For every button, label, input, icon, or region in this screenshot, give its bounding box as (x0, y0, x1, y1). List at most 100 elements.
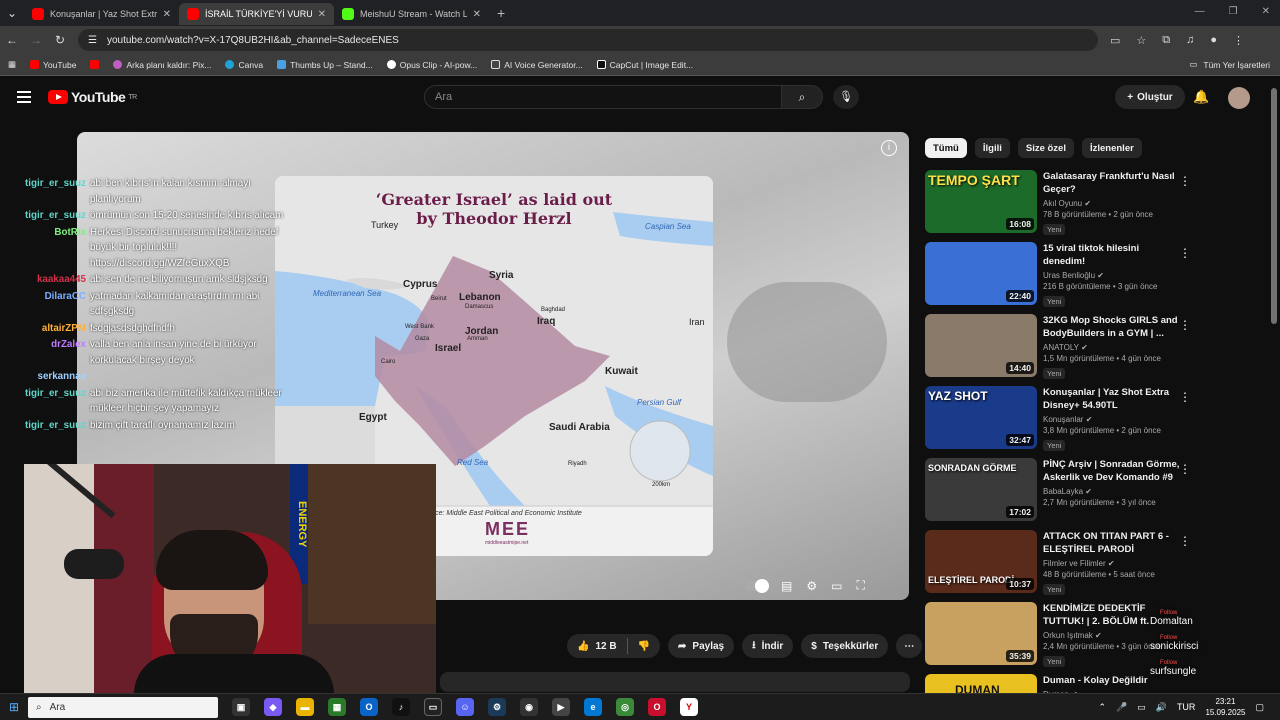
channel-name[interactable]: Uras Benlioğlu ✔ (1043, 271, 1183, 280)
url-bar[interactable]: ☰ youtube.com/watch?v=X-17Q8UB2HI&ab_cha… (78, 29, 1098, 51)
recommendation-item[interactable]: YAZ SHOT 32:47 Konuşanlar | Yaz Shot Ext… (925, 386, 1195, 458)
channel-name[interactable]: Filmler ve Filimler ✔ (1043, 559, 1183, 568)
thanks-button[interactable]: $ Teşekkürler (801, 634, 889, 658)
close-tab-icon[interactable]: ✕ (163, 9, 171, 20)
share-button[interactable]: ➦ Paylaş (668, 634, 735, 658)
subtitles-icon[interactable]: ▤ (781, 579, 792, 593)
page-scrollbar[interactable] (1271, 88, 1277, 324)
close-tab-icon[interactable]: ✕ (318, 9, 326, 20)
chip-watched[interactable]: İzlenenler (1081, 138, 1142, 158)
clock[interactable]: 23:21 15.09.2025 (1205, 696, 1245, 718)
media-control-icon[interactable]: ♫ (1186, 34, 1194, 47)
recommendation-item[interactable]: TEMPO ŞART 16:08 Galatasaray Frankfurt'u… (925, 170, 1195, 242)
bookmark-pixian[interactable]: Arka planı kaldır: Pix... (113, 60, 211, 70)
video-title[interactable]: 32KG Mop Shocks GIRLS and BodyBuilders i… (1043, 314, 1183, 340)
channel-name[interactable]: BabaLayka ✔ (1043, 487, 1183, 496)
video-thumbnail[interactable]: SONRADAN GÖRME 17:02 (925, 458, 1037, 521)
new-tab-plus-icon[interactable]: + (497, 5, 505, 21)
description-box[interactable] (440, 672, 910, 692)
extensions-icon[interactable]: ⧉ (1162, 34, 1170, 47)
download-button[interactable]: ⭳ İndir (742, 634, 794, 658)
channel-name[interactable]: Akıl Oyunu ✔ (1043, 199, 1183, 208)
channel-name[interactable]: Konuşanlar ✔ (1043, 415, 1183, 424)
tab-list-chevron-icon[interactable]: ⌄ (0, 6, 24, 20)
settings-gear-icon[interactable]: ⚙ (806, 579, 817, 593)
minimize-icon[interactable]: — (1195, 6, 1205, 17)
search-button[interactable]: ⌕ (781, 85, 823, 109)
more-vertical-icon[interactable]: ⋮ (1179, 174, 1191, 188)
chip-all[interactable]: Tümü (925, 138, 967, 158)
site-info-icon[interactable]: ☰ (88, 35, 97, 46)
video-title[interactable]: 15 viral tiktok hilesini denedim! (1043, 242, 1183, 268)
theater-mode-icon[interactable]: ▭ (831, 579, 842, 593)
more-vertical-icon[interactable]: ⋮ (1179, 534, 1191, 548)
network-icon[interactable]: ▭ (1137, 702, 1146, 713)
thumbs-down-icon[interactable]: 👎 (638, 641, 650, 652)
store-icon[interactable]: ▦ (328, 698, 346, 716)
more-actions-button[interactable]: ⋯ (896, 634, 923, 658)
copilot-icon[interactable]: ◆ (264, 698, 282, 716)
close-tab-icon[interactable]: ✕ (473, 9, 481, 20)
video-thumbnail[interactable]: YAZ SHOT 32:47 (925, 386, 1037, 449)
opera-icon[interactable]: O (648, 698, 666, 716)
browser-menu-icon[interactable]: ⋮ (1233, 34, 1244, 47)
back-arrow-icon[interactable]: ← (0, 33, 24, 47)
video-thumbnail[interactable]: 14:40 (925, 314, 1037, 377)
more-vertical-icon[interactable]: ⋮ (1179, 246, 1191, 260)
terminal-icon[interactable]: ▭ (424, 698, 442, 716)
youtube-logo[interactable]: YouTube TR (48, 89, 137, 105)
recommendation-item[interactable]: 14:40 32KG Mop Shocks GIRLS and BodyBuil… (925, 314, 1195, 386)
media-player-icon[interactable]: ▶ (552, 698, 570, 716)
recommendation-item[interactable]: 22:40 15 viral tiktok hilesini denedim! … (925, 242, 1195, 314)
tiktok-icon[interactable]: ♪ (392, 698, 410, 716)
hamburger-menu-icon[interactable] (17, 91, 31, 103)
like-button[interactable]: 👍 12 B 👎 (567, 634, 661, 658)
info-icon[interactable]: i (881, 140, 897, 156)
steam-icon[interactable]: ⚙ (488, 698, 506, 716)
file-explorer-icon[interactable]: ▬ (296, 698, 314, 716)
bookmark-ai-voice[interactable]: AI Voice Generator... (491, 60, 583, 70)
windows-start-icon[interactable]: ⊞ (0, 700, 28, 714)
volume-icon[interactable]: 🔊 (1156, 702, 1167, 713)
mic-tray-icon[interactable]: 🎤 (1116, 702, 1127, 713)
video-title[interactable]: ATTACK ON TITAN PART 6 - ELEŞTİREL PAROD… (1043, 530, 1183, 556)
search-input[interactable]: Ara (424, 85, 782, 109)
apps-grid-icon[interactable]: ▦ (8, 59, 16, 70)
video-thumbnail[interactable]: TEMPO ŞART 16:08 (925, 170, 1037, 233)
more-vertical-icon[interactable]: ⋮ (1179, 390, 1191, 404)
notification-icon[interactable]: ▢ (1255, 702, 1264, 713)
chip-related[interactable]: İlgili (974, 138, 1010, 158)
tray-chevron-icon[interactable]: ⌃ (1098, 702, 1106, 713)
recommendation-item[interactable]: SONRADAN GÖRME 17:02 PİNÇ Arşiv | Sonrad… (925, 458, 1195, 530)
video-title[interactable]: PİNÇ Arşiv | Sonradan Görme, Askerlik ve… (1043, 458, 1183, 484)
more-vertical-icon[interactable]: ⋮ (1179, 318, 1191, 332)
fullscreen-icon[interactable]: ⛶ (856, 578, 864, 593)
discord-icon[interactable]: ☺ (456, 698, 474, 716)
video-thumbnail[interactable]: 35:39 (925, 602, 1037, 665)
edge-icon[interactable]: e (584, 698, 602, 716)
video-title[interactable]: Konuşanlar | Yaz Shot Extra Disney+ 54.9… (1043, 386, 1183, 412)
maximize-icon[interactable]: ❐ (1229, 6, 1238, 17)
more-vertical-icon[interactable]: ⋮ (1179, 462, 1191, 476)
bookmark-opus-clip[interactable]: Opus Clip - AI-pow... (386, 60, 477, 70)
keyboard-language[interactable]: TUR (1177, 702, 1196, 712)
voice-search-mic-icon[interactable]: 🎙 (833, 85, 859, 109)
reload-icon[interactable]: ↻ (48, 33, 72, 47)
bookmark-canva[interactable]: Canva (225, 60, 263, 70)
bookmark-thumbs-up[interactable]: Thumbs Up – Stand... (277, 60, 373, 70)
video-thumbnail[interactable]: 22:40 (925, 242, 1037, 305)
chip-for-you[interactable]: Size özel (1017, 138, 1074, 158)
outlook-icon[interactable]: O (360, 698, 378, 716)
notifications-bell-icon[interactable]: 🔔 (1193, 89, 1209, 105)
browser-tab-1[interactable]: İSRAİL TÜRKİYE'Yİ VURUR MU? ✕ (179, 3, 334, 25)
all-bookmarks[interactable]: ▭ Tüm Yer İşaretleri (1189, 59, 1270, 70)
recommendation-item[interactable]: ELEŞTİREL PARODİ 10:37 ATTACK ON TITAN P… (925, 530, 1195, 602)
cast-icon[interactable]: ▭ (1110, 34, 1120, 47)
obs-icon[interactable]: ◉ (520, 698, 538, 716)
video-title[interactable]: Galatasaray Frankfurt'u Nasıl Geçer? (1043, 170, 1183, 196)
channel-name[interactable]: ANATOLY ✔ (1043, 343, 1183, 352)
bookmark-youtube-2[interactable] (90, 60, 100, 69)
bookmark-star-icon[interactable]: ☆ (1136, 34, 1146, 47)
autoplay-toggle[interactable] (745, 578, 769, 593)
taskbar-search[interactable]: ⌕ Ara (28, 696, 218, 718)
